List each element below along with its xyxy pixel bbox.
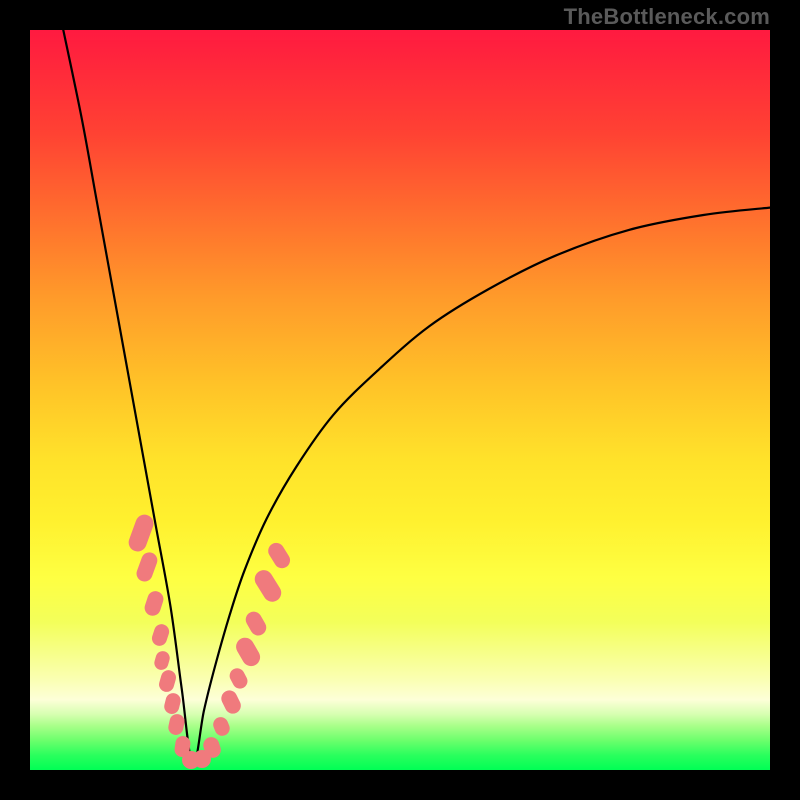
plot-area bbox=[30, 30, 770, 770]
attribution-label: TheBottleneck.com bbox=[564, 4, 770, 30]
bottleneck-curve bbox=[30, 30, 770, 770]
chart-frame: TheBottleneck.com bbox=[0, 0, 800, 800]
